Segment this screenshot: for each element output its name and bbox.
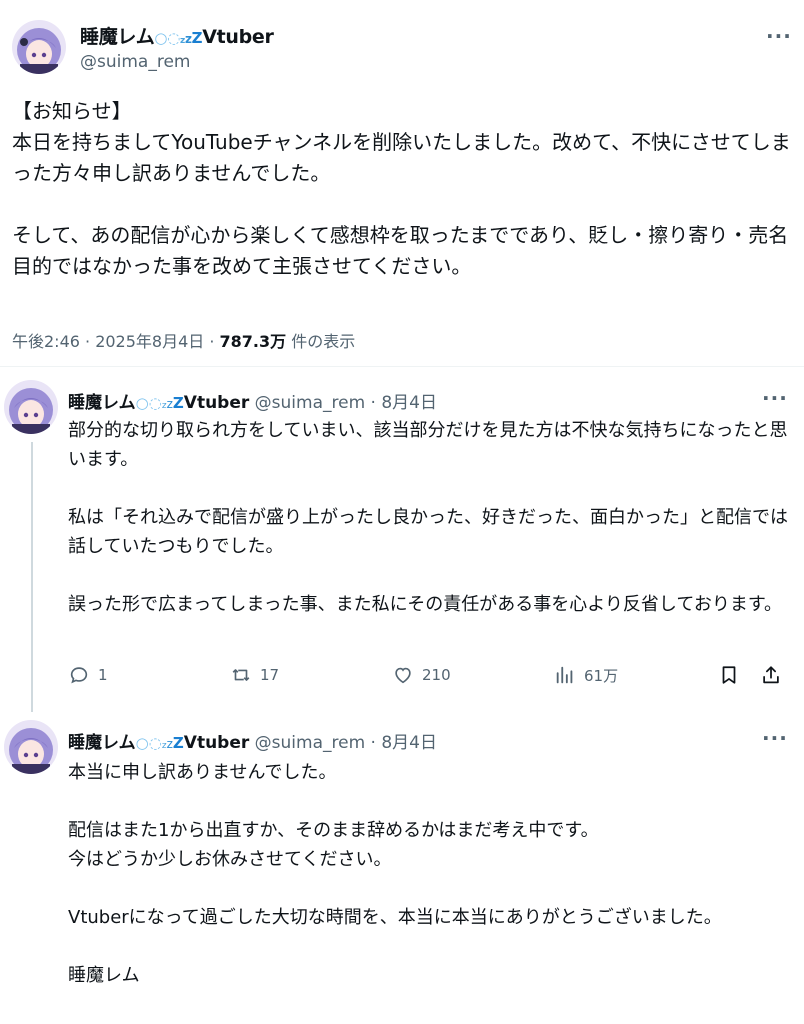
divider bbox=[0, 366, 804, 367]
thread-line bbox=[31, 442, 33, 712]
reply-text: 部分的な切り取られ方をしていまい、該当部分だけを見た方は不快な気持ちになったと思… bbox=[68, 420, 788, 615]
author-name-text: 睡魔レム bbox=[80, 26, 155, 48]
reply-header: 睡魔レム○◌zzZVtuber @suima_rem · 8月4日 bbox=[68, 388, 437, 413]
reply-button[interactable]: 1 bbox=[68, 664, 108, 686]
repost-count: 17 bbox=[260, 666, 280, 684]
more-dots-icon[interactable]: ··· bbox=[762, 386, 788, 410]
like-count: 210 bbox=[422, 666, 451, 684]
bookmark-icon bbox=[722, 666, 736, 684]
avatar[interactable] bbox=[4, 380, 58, 434]
reply-count: 1 bbox=[98, 666, 108, 684]
repost-button[interactable]: 17 bbox=[230, 664, 279, 686]
tweet-text: 【お知らせ】 本日を持ちましてYouTubeチャンネルを削除いたしました。改めて… bbox=[12, 99, 791, 278]
tweet-time[interactable]: 午後2:46 · 2025年8月4日 · bbox=[12, 332, 220, 351]
action-bar: 1 17 210 61万 bbox=[68, 664, 788, 694]
reply-header: 睡魔レム○◌zzZVtuber @suima_rem · 8月4日 bbox=[68, 728, 437, 753]
avatar[interactable] bbox=[4, 720, 58, 774]
more-dots-icon[interactable]: ··· bbox=[766, 24, 792, 48]
author-name-suffix: Vtuber bbox=[202, 26, 274, 48]
share-button[interactable] bbox=[760, 664, 782, 686]
sleep-bubbles-icon: ○◌zzZ bbox=[135, 734, 184, 752]
more-dots-icon[interactable]: ··· bbox=[762, 726, 788, 750]
heart-icon bbox=[395, 667, 411, 684]
author-handle-date[interactable]: @suima_rem · 8月4日 bbox=[255, 733, 437, 753]
tweet-meta: 午後2:46 · 2025年8月4日 · 787.3万 件の表示 bbox=[12, 328, 355, 352]
reply-icon bbox=[70, 667, 88, 684]
author-name[interactable]: 睡魔レム○◌zzZVtuber bbox=[80, 22, 274, 49]
view-count: 787.3万 bbox=[219, 332, 287, 351]
author-name[interactable]: 睡魔レム bbox=[68, 733, 136, 753]
views-count: 61万 bbox=[584, 666, 619, 685]
author-handle[interactable]: @suima_rem bbox=[80, 52, 190, 72]
view-count-label: 件の表示 bbox=[286, 332, 356, 351]
avatar[interactable] bbox=[12, 20, 66, 74]
views-button[interactable]: 61万 bbox=[554, 664, 618, 686]
author-name[interactable]: 睡魔レム bbox=[68, 393, 136, 413]
author-handle-date[interactable]: @suima_rem · 8月4日 bbox=[255, 393, 437, 413]
author-name-suffix[interactable]: Vtuber bbox=[184, 393, 249, 413]
sleep-bubbles-icon: ○◌zzZ bbox=[135, 394, 184, 412]
share-icon bbox=[763, 666, 779, 684]
author-name-suffix[interactable]: Vtuber bbox=[184, 733, 249, 753]
reply-text: 本当に申し訳ありませんでした。 配信はまた1から出直すか、そのまま辞めるかはまだ… bbox=[68, 762, 722, 986]
sleep-bubbles-icon: ○◌zzZ bbox=[154, 29, 203, 47]
repost-icon bbox=[232, 669, 250, 681]
views-chart-icon bbox=[556, 666, 573, 684]
like-button[interactable]: 210 bbox=[392, 664, 451, 686]
bookmark-button[interactable] bbox=[718, 664, 740, 686]
